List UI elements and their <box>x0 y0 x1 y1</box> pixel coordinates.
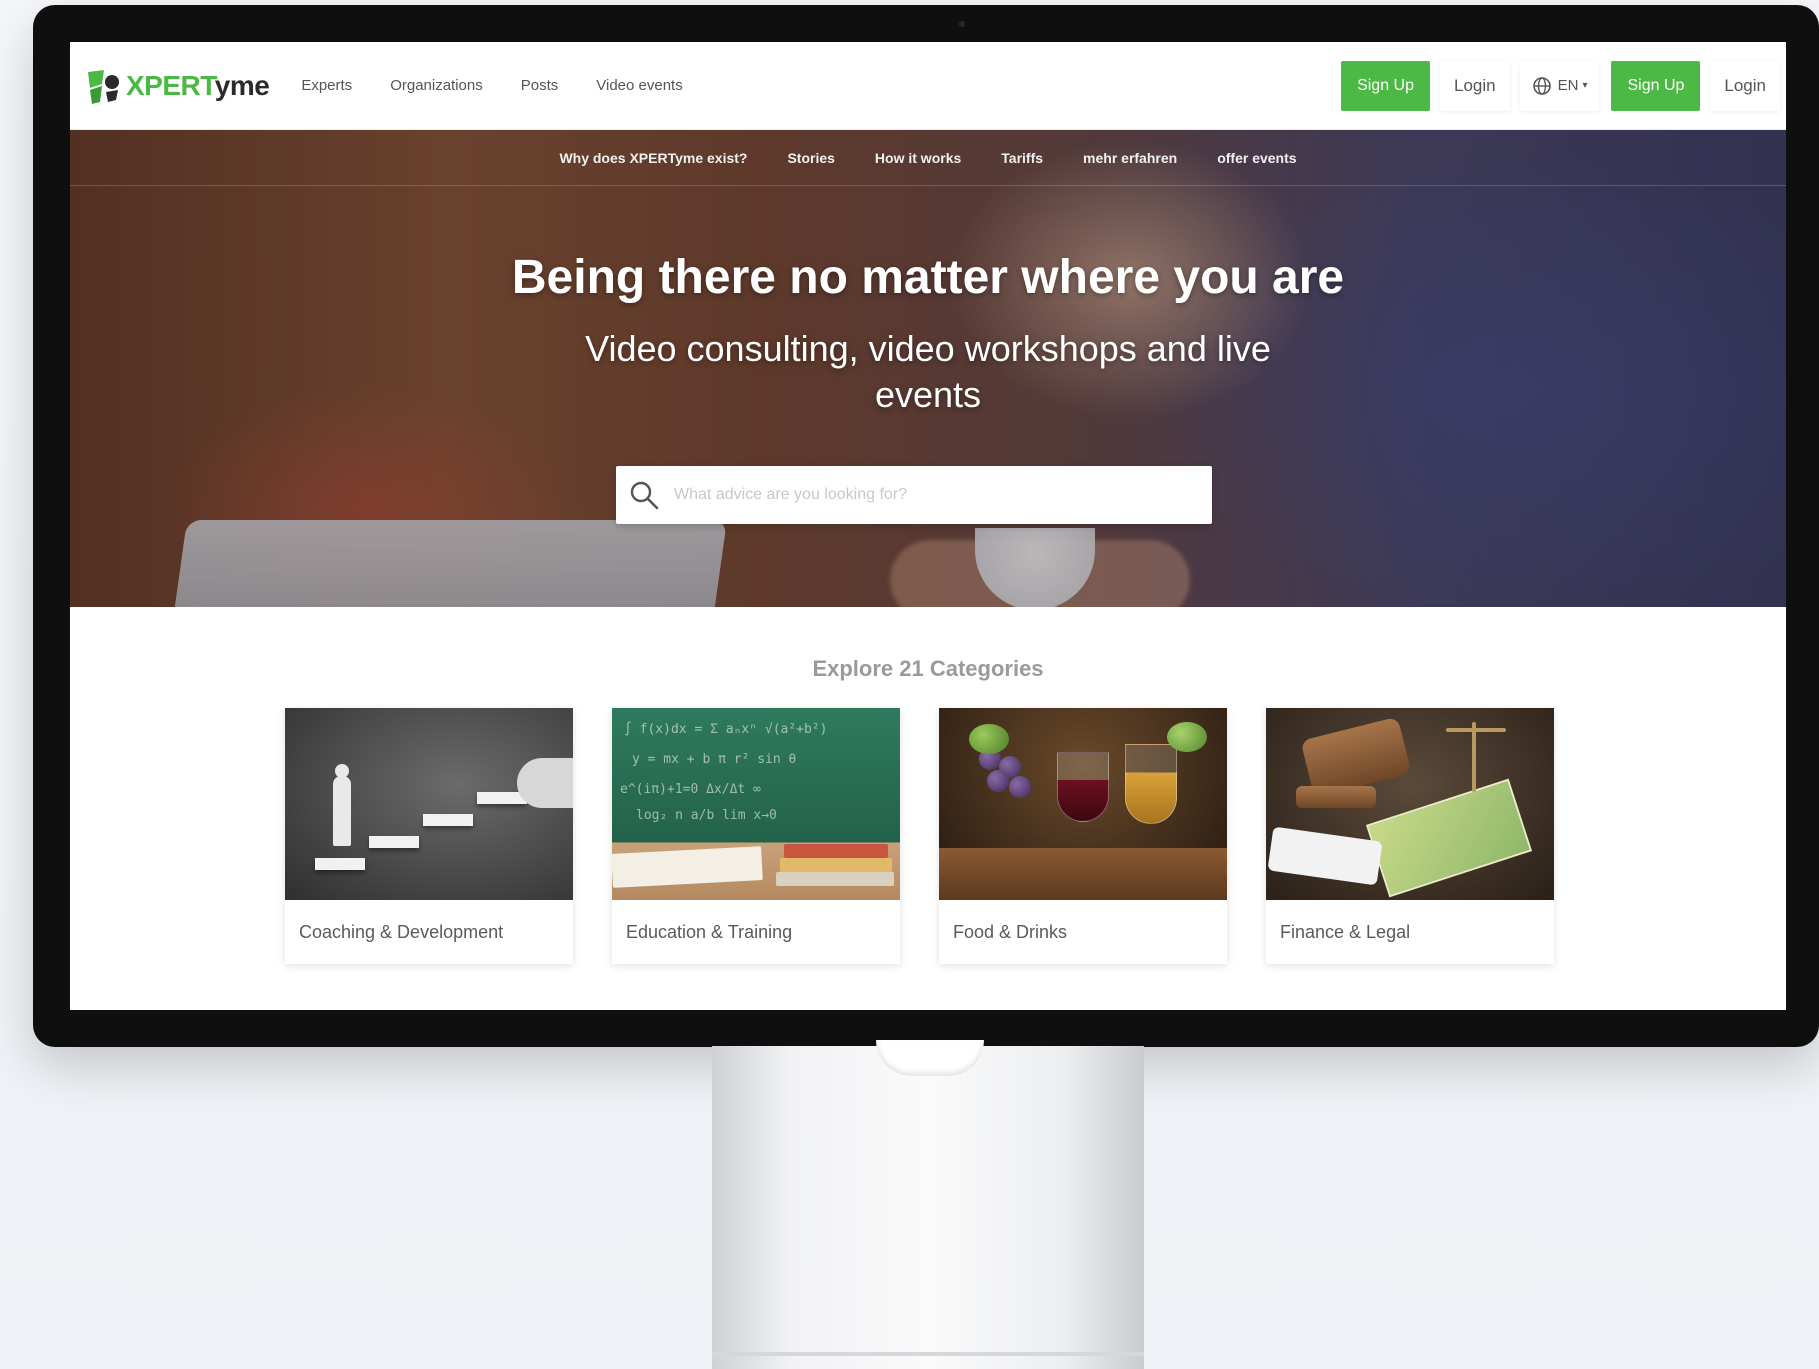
scale-arm-shape <box>1446 728 1506 732</box>
login-button[interactable]: Login <box>1440 61 1510 111</box>
subnav-stories[interactable]: Stories <box>787 150 834 166</box>
open-book-shape <box>612 846 763 888</box>
category-card-food[interactable]: Food & Drinks <box>939 708 1227 964</box>
wooden-board-shape <box>939 848 1227 900</box>
grape-shape <box>987 770 1009 792</box>
grape-shape <box>1009 776 1031 798</box>
globe-icon <box>1532 76 1551 95</box>
chalk-marks: y = mx + b π r² sin θ <box>632 752 797 767</box>
category-card-finance[interactable]: Finance & Legal <box>1266 708 1554 964</box>
language-label: EN <box>1557 77 1579 94</box>
chalk-marks: log₂ n a/b lim x→0 <box>636 808 777 823</box>
banknote-stack-shape <box>1365 778 1533 898</box>
nav-link-video-events[interactable]: Video events <box>596 77 682 94</box>
red-wine-glass-shape <box>1057 752 1109 822</box>
nav-link-experts[interactable]: Experts <box>301 77 352 94</box>
chalk-marks: ∫ f(x)dx = Σ aₙxⁿ √(a²+b²) <box>624 722 828 737</box>
nav-link-organizations[interactable]: Organizations <box>390 77 483 94</box>
gavel-base-shape <box>1296 786 1376 808</box>
hand-shape <box>517 758 573 808</box>
smartphone-shape <box>1267 826 1383 886</box>
coaching-stairs-image <box>285 708 573 900</box>
login-button-secondary[interactable]: Login <box>1710 61 1780 111</box>
wine-grapes-image <box>939 708 1227 900</box>
top-navigation: XPERTyme Experts Organizations Posts Vid… <box>70 42 1786 130</box>
chalk-marks: e^(iπ)+1=0 Δx/Δt ∞ <box>620 782 761 797</box>
category-label: Food & Drinks <box>953 921 1068 942</box>
category-label: Education & Training <box>626 921 793 942</box>
logo-text-xpert: XPERT <box>126 69 215 101</box>
screen: XPERTyme Experts Organizations Posts Vid… <box>70 42 1786 1010</box>
language-selector[interactable]: EN ▾ <box>1520 61 1600 111</box>
logo-text-yme: yme <box>214 69 270 101</box>
stair-step <box>369 836 419 848</box>
xpertyme-logo-icon <box>88 69 119 104</box>
caret-down-icon: ▾ <box>1582 80 1588 91</box>
search-box[interactable] <box>616 466 1212 524</box>
category-card-education[interactable]: ∫ f(x)dx = Σ aₙxⁿ √(a²+b²) y = mx + b π … <box>612 708 900 964</box>
hero-subtitle: Video consulting, video workshops and li… <box>585 328 1271 415</box>
subnav-how-it-works[interactable]: How it works <box>875 150 961 166</box>
chalkboard-books-image: ∫ f(x)dx = Σ aₙxⁿ √(a²+b²) y = mx + b π … <box>612 708 900 900</box>
hero-section: Why does XPERTyme exist? Stories How it … <box>70 130 1786 607</box>
stair-step <box>423 814 473 826</box>
book-shape <box>780 858 892 872</box>
leaf-shape <box>1167 722 1207 752</box>
monitor-stand <box>712 1046 1144 1369</box>
camera-dot <box>959 21 965 27</box>
stair-step <box>315 858 365 870</box>
white-wine-glass-shape <box>1125 744 1177 824</box>
logo-text: XPERTyme <box>126 69 270 102</box>
main-nav-links: Experts Organizations Posts Video events <box>301 77 720 94</box>
nav-link-posts[interactable]: Posts <box>521 77 559 94</box>
subnav-why-exist[interactable]: Why does XPERTyme exist? <box>559 150 747 166</box>
figure-body-shape <box>333 776 351 846</box>
scale-post-shape <box>1472 722 1476 792</box>
search-icon <box>630 481 659 510</box>
logo[interactable]: XPERTyme <box>84 42 270 130</box>
nav-actions: Sign Up Login EN ▾ Sign Up Login <box>1341 60 1780 111</box>
signup-button-secondary[interactable]: Sign Up <box>1611 60 1701 111</box>
book-shape <box>776 872 894 886</box>
categories-heading: Explore 21 Categories <box>812 656 1044 681</box>
hero-subnav: Why does XPERTyme exist? Stories How it … <box>70 130 1786 186</box>
subnav-tariffs[interactable]: Tariffs <box>1001 150 1043 166</box>
monitor-stand-base <box>712 1352 1144 1356</box>
subnav-mehr-erfahren[interactable]: mehr erfahren <box>1083 150 1177 166</box>
signup-button[interactable]: Sign Up <box>1341 60 1430 111</box>
category-label: Finance & Legal <box>1280 921 1411 942</box>
category-card-coaching[interactable]: Coaching & Development <box>285 708 573 964</box>
category-label: Coaching & Development <box>299 921 504 942</box>
search-input[interactable] <box>674 486 1194 504</box>
book-shape <box>784 844 888 858</box>
gavel-money-image <box>1266 708 1554 900</box>
subnav-offer-events[interactable]: offer events <box>1217 150 1296 166</box>
leaf-shape <box>969 724 1009 754</box>
hero-title: Being there no matter where you are <box>511 251 1345 304</box>
